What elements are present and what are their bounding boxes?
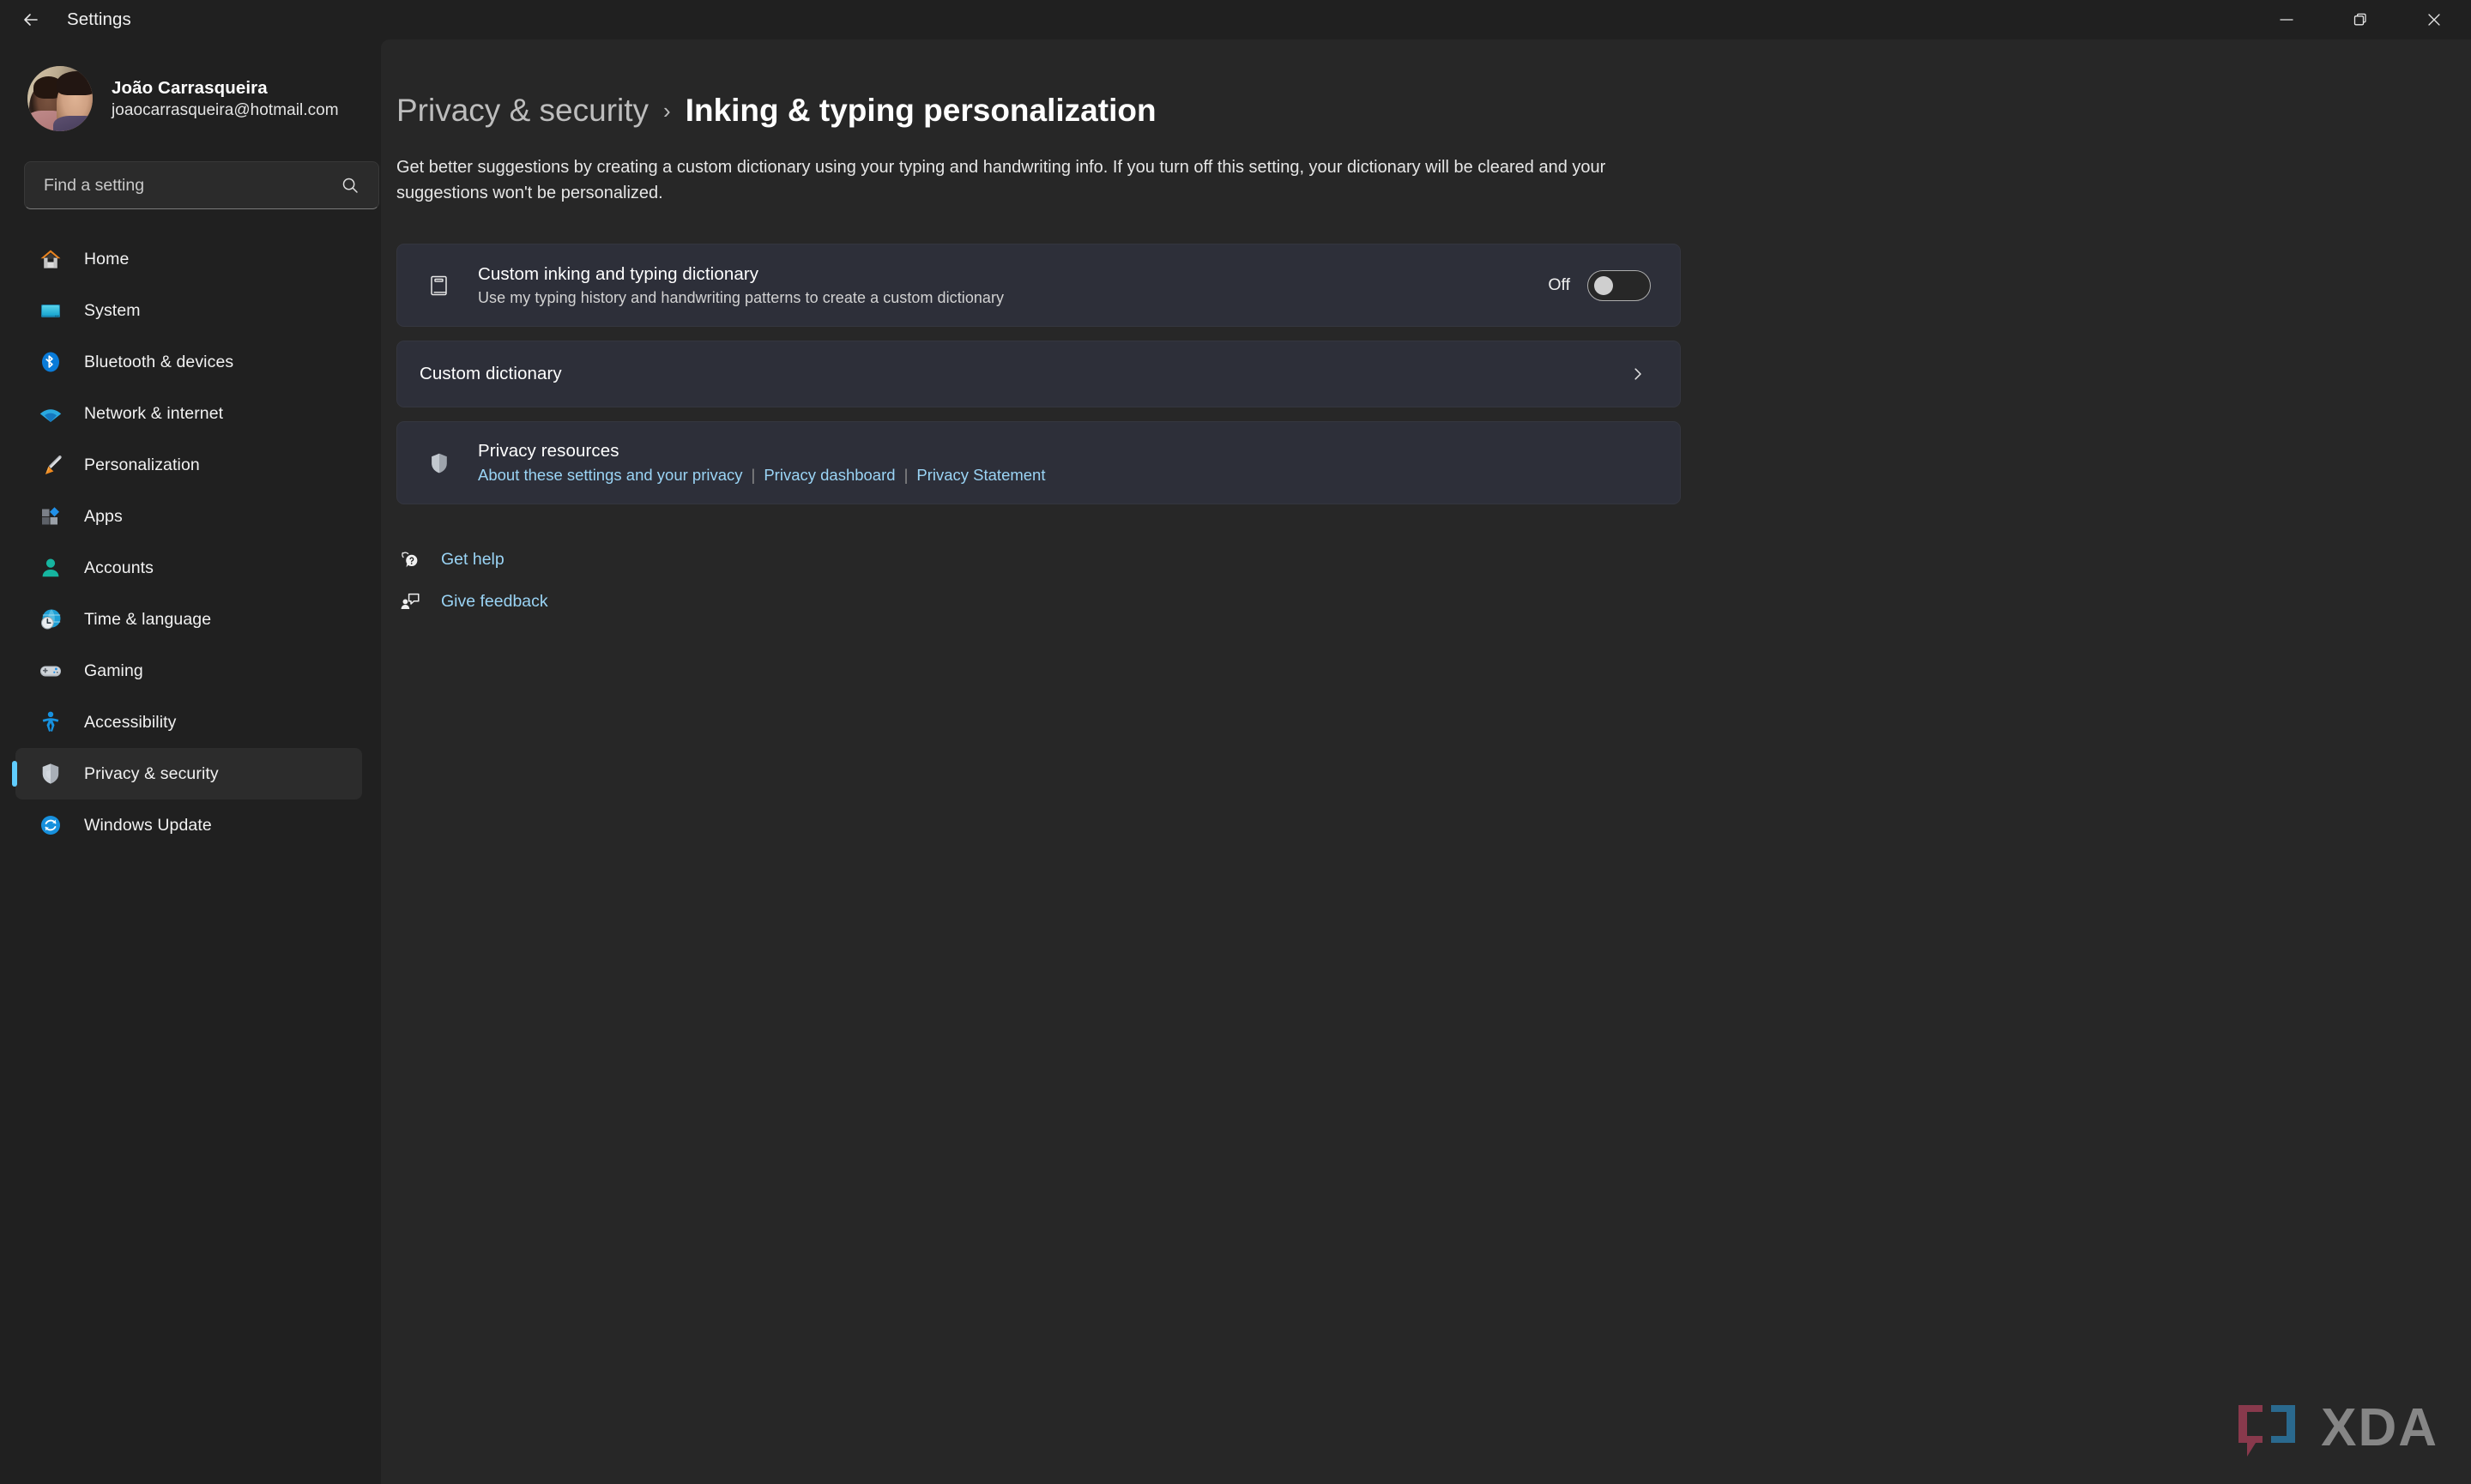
home-icon (34, 243, 67, 275)
sidebar-item-accounts[interactable]: Accounts (15, 542, 362, 594)
help-icon (396, 549, 424, 570)
person-icon (34, 552, 67, 584)
back-button[interactable] (7, 0, 55, 39)
xda-watermark: XDA (2228, 1398, 2438, 1458)
breadcrumb-root[interactable]: Privacy & security (396, 93, 649, 129)
back-arrow-icon (24, 14, 38, 26)
sidebar-item-label: Accessibility (84, 712, 177, 732)
sidebar-item-gaming[interactable]: Gaming (15, 645, 362, 697)
minimize-icon (2280, 19, 2293, 21)
close-button[interactable] (2397, 0, 2471, 39)
link-separator: | (751, 466, 756, 484)
chevron-right-icon (1625, 365, 1651, 383)
window-title: Settings (67, 9, 131, 29)
card-text: Custom inking and typing dictionary Use … (478, 264, 1548, 307)
link-privacy-dashboard[interactable]: Privacy dashboard (764, 466, 895, 485)
settings-cards: Custom inking and typing dictionary Use … (396, 244, 1681, 504)
card-custom-dictionary[interactable]: Custom dictionary (396, 341, 1681, 407)
shield-icon (34, 757, 67, 790)
sidebar-item-label: Windows Update (84, 815, 212, 835)
link-separator: | (903, 466, 909, 484)
apps-icon (34, 500, 67, 533)
sidebar-item-privacy-security[interactable]: Privacy & security (15, 748, 362, 799)
custom-dictionary-toggle[interactable] (1587, 269, 1651, 301)
sidebar-item-label: Home (84, 249, 130, 268)
gamepad-icon (34, 655, 67, 687)
close-icon (2428, 14, 2440, 26)
account-name: João Carrasqueira (112, 77, 268, 98)
system-icon (34, 294, 67, 327)
page-description: Get better suggestions by creating a cus… (396, 158, 1606, 202)
search-box[interactable] (24, 161, 379, 209)
give-feedback-link[interactable]: Give feedback (396, 591, 2471, 612)
feedback-icon (396, 591, 424, 612)
update-icon (34, 809, 67, 842)
toggle-state-label: Off (1548, 275, 1570, 294)
sidebar-item-label: Personalization (84, 455, 200, 474)
privacy-links: About these settings and your privacy | … (478, 466, 1651, 485)
footer-links: Get help Give feedback (396, 549, 2471, 612)
account-text: João Carrasqueira joaocarrasqueira@hotma… (112, 78, 339, 120)
book-icon (420, 273, 459, 299)
card-title: Custom inking and typing dictionary (478, 263, 759, 284)
sidebar-item-network-internet[interactable]: Network & internet (15, 388, 362, 439)
card-privacy-resources: Privacy resources About these settings a… (396, 421, 1681, 504)
page-title: Inking & typing personalization (685, 93, 1157, 128)
chevron-right-icon: › (663, 98, 671, 124)
sidebar-item-label: Bluetooth & devices (84, 352, 234, 371)
bluetooth-icon (34, 346, 67, 378)
sidebar-item-label: Gaming (84, 661, 143, 680)
breadcrumb: Privacy & security › Inking & typing per… (396, 93, 2471, 129)
link-about-settings-privacy[interactable]: About these settings and your privacy (478, 466, 743, 485)
link-privacy-statement[interactable]: Privacy Statement (916, 466, 1045, 485)
main-content: Privacy & security › Inking & typing per… (381, 39, 2471, 1484)
sidebar-nav: Home System Bluetooth & devices Network … (0, 233, 381, 851)
restore-icon (2353, 13, 2366, 26)
card-text: Custom dictionary (420, 364, 1625, 384)
footer-link-label: Give feedback (441, 591, 548, 611)
account-summary[interactable]: João Carrasqueira joaocarrasqueira@hotma… (27, 65, 381, 132)
account-email: joaocarrasqueira@hotmail.com (112, 100, 339, 119)
sidebar-item-label: Privacy & security (84, 763, 219, 783)
toggle-knob (1594, 275, 1613, 295)
card-title: Custom dictionary (420, 364, 562, 383)
minimize-button[interactable] (2250, 0, 2323, 39)
wifi-icon (34, 397, 67, 430)
accessibility-icon (34, 706, 67, 739)
settings-window: Settings João Carrasqueira joaocarrasque… (0, 0, 2471, 1484)
sidebar-item-bluetooth-devices[interactable]: Bluetooth & devices (15, 336, 362, 388)
card-text: Privacy resources About these settings a… (478, 441, 1651, 485)
toggle-area: Off (1548, 269, 1651, 301)
shield-icon (420, 450, 459, 476)
sidebar-item-time-language[interactable]: Time & language (15, 594, 362, 645)
sidebar-item-home[interactable]: Home (15, 233, 362, 285)
window-body: João Carrasqueira joaocarrasqueira@hotma… (0, 39, 2471, 1484)
sidebar-item-label: Apps (84, 506, 123, 526)
footer-link-label: Get help (441, 549, 504, 569)
sidebar-item-windows-update[interactable]: Windows Update (15, 799, 362, 851)
sidebar-item-personalization[interactable]: Personalization (15, 439, 362, 491)
title-bar: Settings (0, 0, 2471, 39)
sidebar-item-label: Network & internet (84, 403, 224, 423)
paintbrush-icon (34, 449, 67, 481)
sidebar-item-apps[interactable]: Apps (15, 491, 362, 542)
maximize-button[interactable] (2323, 0, 2397, 39)
sidebar-item-system[interactable]: System (15, 285, 362, 336)
xda-bracket-logo-icon (2238, 1405, 2296, 1457)
card-title: Privacy resources (478, 441, 619, 461)
sidebar-item-label: System (84, 300, 141, 320)
clock-globe-icon (34, 603, 67, 636)
sidebar-item-accessibility[interactable]: Accessibility (15, 697, 362, 748)
sidebar-item-label: Accounts (84, 558, 154, 577)
sidebar: João Carrasqueira joaocarrasqueira@hotma… (0, 39, 381, 1484)
card-subtitle: Use my typing history and handwriting pa… (478, 288, 1005, 306)
search-input[interactable] (44, 175, 337, 196)
get-help-link[interactable]: Get help (396, 549, 2471, 570)
search-icon (337, 176, 363, 195)
avatar (27, 66, 93, 131)
window-controls (2250, 0, 2471, 39)
card-custom-inking-dictionary: Custom inking and typing dictionary Use … (396, 244, 1681, 327)
xda-watermark-text: XDA (2321, 1398, 2438, 1457)
sidebar-item-label: Time & language (84, 609, 212, 629)
